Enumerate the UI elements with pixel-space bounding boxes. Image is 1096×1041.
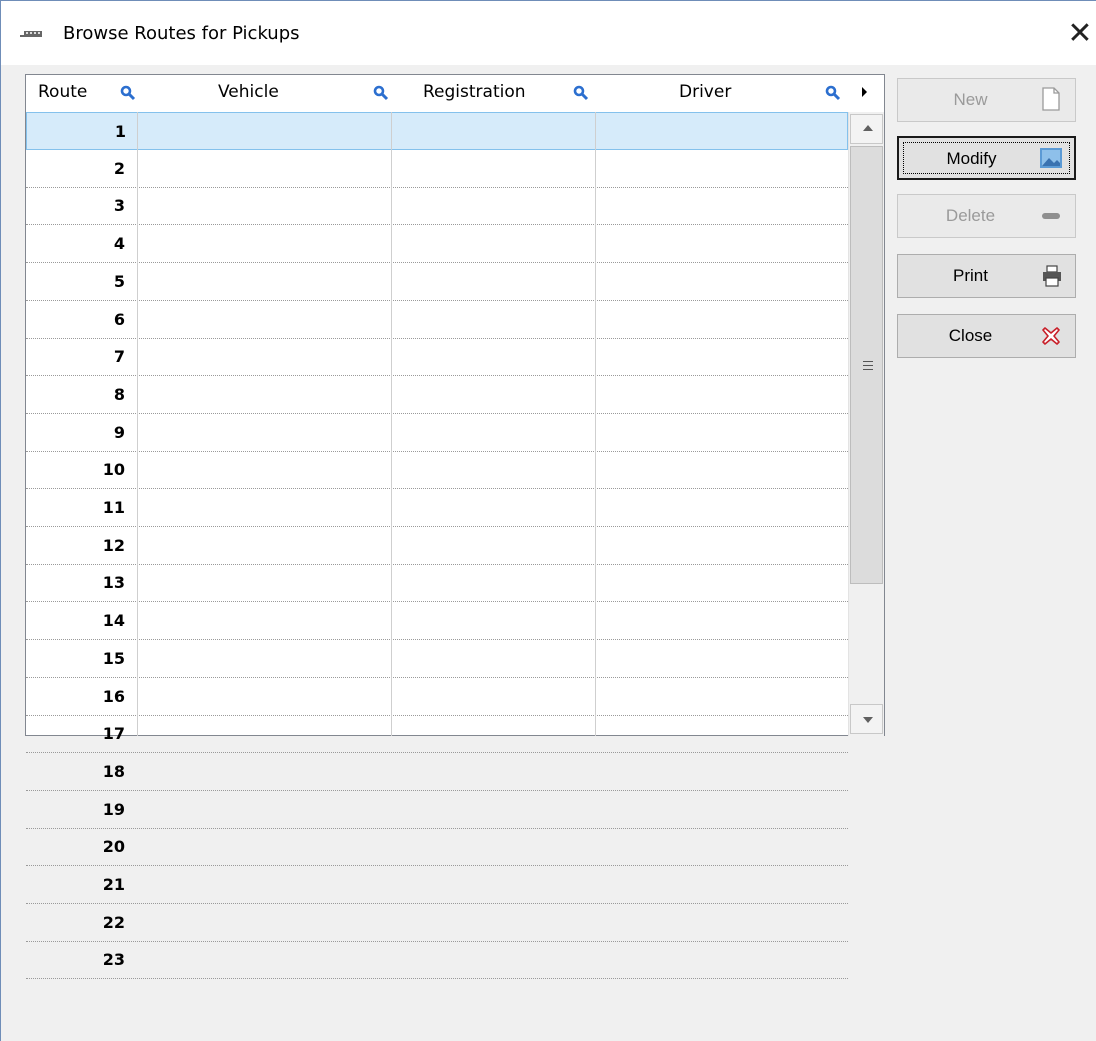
route-number-cell: 20 xyxy=(102,837,125,857)
route-number-cell: 12 xyxy=(102,535,125,555)
route-search-icon[interactable] xyxy=(120,85,136,101)
driver-search-icon[interactable] xyxy=(825,85,841,101)
route-number-cell: 16 xyxy=(102,686,125,706)
table-row[interactable]: 6 xyxy=(26,301,848,339)
route-number-cell: 13 xyxy=(102,573,125,593)
route-number-cell: 2 xyxy=(113,158,125,178)
table-row[interactable]: 3 xyxy=(26,187,848,226)
route-number-cell: 5 xyxy=(113,271,125,291)
route-number-cell: 14 xyxy=(102,611,125,631)
table-row[interactable]: 9 xyxy=(26,414,848,452)
modify-button[interactable]: Modify xyxy=(897,136,1076,180)
route-number-cell: 17 xyxy=(102,724,125,744)
routes-grid[interactable]: Route Vehicle Registration Driver 123456… xyxy=(25,74,885,980)
table-row[interactable]: 19 xyxy=(26,791,848,829)
table-row[interactable]: 1 xyxy=(26,112,848,150)
header-driver[interactable]: Driver xyxy=(679,75,731,110)
new-button[interactable]: New xyxy=(897,78,1076,122)
route-number-cell: 18 xyxy=(102,761,125,781)
delete-button-label: Delete xyxy=(945,206,996,225)
close-button[interactable]: Close xyxy=(897,314,1076,358)
route-number-cell: 10 xyxy=(102,460,125,480)
table-row[interactable]: 14 xyxy=(26,602,848,641)
route-number-cell: 8 xyxy=(113,384,125,404)
vertical-scrollbar[interactable] xyxy=(848,112,884,736)
scroll-up-button[interactable] xyxy=(850,114,883,144)
route-number-cell: 4 xyxy=(113,234,125,254)
delete-button[interactable]: Delete xyxy=(897,194,1076,238)
app-icon xyxy=(20,31,42,37)
print-button-label: Print xyxy=(953,266,988,285)
header-registration[interactable]: Registration xyxy=(423,75,526,110)
table-row[interactable]: 21 xyxy=(26,866,848,904)
route-number-cell: 22 xyxy=(102,912,125,932)
column-divider xyxy=(391,112,392,736)
window-title: Browse Routes for Pickups xyxy=(63,23,300,44)
scroll-down-button[interactable] xyxy=(850,704,883,734)
route-number-cell: 1 xyxy=(114,122,126,141)
close-button-label: Close xyxy=(948,326,993,345)
table-row[interactable]: 2 xyxy=(26,150,848,188)
window-close-icon[interactable]: ✕ xyxy=(1065,19,1095,49)
table-row[interactable]: 23 xyxy=(26,941,848,980)
grid-header: Route Vehicle Registration Driver xyxy=(26,75,884,110)
route-number-cell: 9 xyxy=(113,422,125,442)
route-number-cell: 11 xyxy=(102,498,125,517)
scroll-thumb[interactable] xyxy=(850,146,883,584)
table-row[interactable]: 10 xyxy=(26,451,848,490)
close-cross-icon xyxy=(1042,327,1060,345)
route-number-cell: 15 xyxy=(102,648,125,668)
route-number-cell: 7 xyxy=(113,347,125,367)
table-row[interactable]: 8 xyxy=(26,376,848,414)
table-row[interactable]: 12 xyxy=(26,527,848,565)
new-document-icon xyxy=(1042,87,1060,111)
table-row[interactable]: 4 xyxy=(26,225,848,264)
table-row[interactable]: 16 xyxy=(26,678,848,716)
route-number-cell: 3 xyxy=(113,196,125,216)
column-divider xyxy=(137,112,138,736)
column-divider xyxy=(595,112,596,736)
printer-icon xyxy=(1043,265,1061,287)
title-bar: Browse Routes for Pickups ✕ xyxy=(1,1,1096,65)
scroll-right-arrow-icon[interactable] xyxy=(862,87,867,97)
table-row[interactable]: 13 xyxy=(26,564,848,603)
modify-picture-icon xyxy=(1040,148,1062,168)
table-row[interactable]: 22 xyxy=(26,904,848,942)
header-vehicle[interactable]: Vehicle xyxy=(218,75,279,110)
browse-window: Browse Routes for Pickups ✕ Route Vehicl… xyxy=(0,0,1096,1041)
route-number-cell: 19 xyxy=(102,799,125,819)
table-row[interactable]: 11 xyxy=(26,489,848,527)
table-row[interactable]: 15 xyxy=(26,640,848,678)
table-row[interactable]: 20 xyxy=(26,828,848,867)
table-row[interactable]: 7 xyxy=(26,338,848,377)
table-row[interactable]: 17 xyxy=(26,715,848,754)
new-button-label: New xyxy=(953,90,988,109)
route-number-cell: 6 xyxy=(113,309,125,329)
table-row[interactable]: 18 xyxy=(26,753,848,791)
registration-search-icon[interactable] xyxy=(573,85,589,101)
route-number-cell: 21 xyxy=(102,875,125,894)
table-row[interactable]: 5 xyxy=(26,263,848,301)
route-number-cell: 23 xyxy=(102,950,125,970)
modify-button-label: Modify xyxy=(946,149,997,168)
print-button[interactable]: Print xyxy=(897,254,1076,298)
header-route[interactable]: Route xyxy=(38,75,87,110)
minus-icon xyxy=(1042,213,1060,219)
grip-icon xyxy=(863,361,873,370)
vehicle-search-icon[interactable] xyxy=(373,85,389,101)
